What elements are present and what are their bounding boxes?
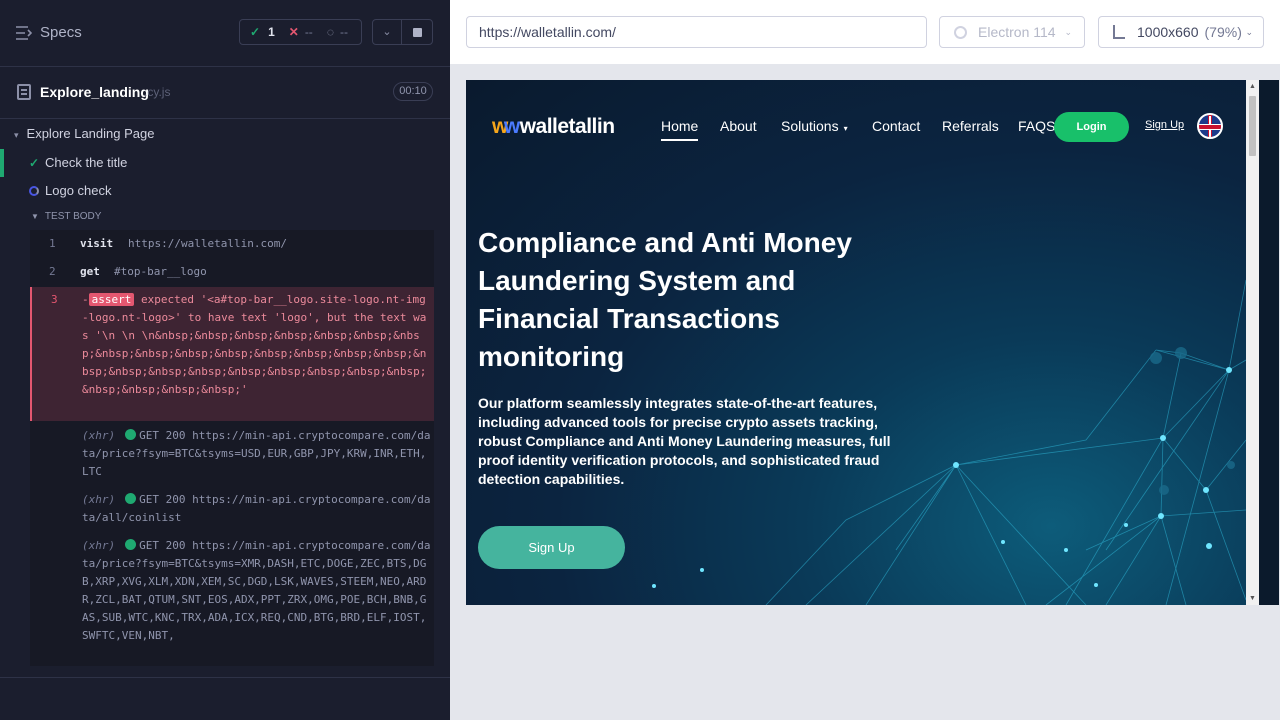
chevron-down-icon: ▾ [843, 124, 848, 133]
specs-menu-icon[interactable] [16, 26, 32, 40]
xhr-method: GET 200 [139, 493, 186, 506]
viewport-size: 1000x660 [1137, 24, 1199, 40]
scroll-down-icon[interactable]: ▼ [1249, 595, 1256, 602]
viewport-label: 1000x660 (79%) [1137, 17, 1242, 47]
app-under-test-panel: https://walletallin.com/ Electron 114 ⌄ … [450, 0, 1280, 720]
logo-text: walletallin [519, 115, 615, 138]
command-name: visit [80, 237, 114, 250]
command-name: get [80, 265, 100, 278]
status-dot-icon [125, 429, 137, 440]
command-log: 1 visit https://walletallin.com/ 2 get #… [30, 230, 434, 666]
command-row[interactable]: 1 visit https://walletallin.com/ [30, 230, 434, 258]
assert-text: expected '<a#top-bar__logo.site-logo.nt-… [82, 293, 427, 396]
command-row-failed[interactable]: 3 - assert expected '<a#top-bar__logo.sit… [30, 287, 434, 421]
divider [0, 118, 450, 119]
viewport-info[interactable]: 1000x660 (79%) ⌄ [1098, 16, 1264, 48]
scroll-up-icon[interactable]: ▲ [1249, 83, 1256, 90]
command-number: 1 [49, 237, 56, 250]
logo-mark-icon: w [503, 115, 520, 138]
test-title: Check the title [45, 155, 128, 170]
electron-icon [954, 26, 967, 39]
failed-icon: ✕ [288, 25, 299, 39]
xhr-tag: (xhr) [82, 429, 116, 442]
xhr-url: https://min-api.cryptocompare.com/data/p… [82, 539, 431, 642]
suite-title[interactable]: ▾ Explore Landing Page [14, 126, 154, 141]
login-button[interactable]: Login [1054, 112, 1129, 142]
scrollbar[interactable]: ▲ ▼ [1246, 80, 1259, 605]
command-number: 2 [49, 265, 56, 278]
xhr-row[interactable]: (xhr) GET 200 https://min-api.cryptocompa… [82, 491, 432, 527]
spec-file-ext: .cy.js [144, 85, 171, 99]
check-icon: ✓ [29, 156, 40, 170]
signup-link[interactable]: Sign Up [1145, 119, 1184, 131]
xhr-row[interactable]: (xhr) GET 200 https://min-api.cryptocompa… [82, 427, 432, 481]
signup-button[interactable]: Sign Up [478, 526, 625, 569]
suite-title-label: Explore Landing Page [26, 126, 155, 141]
specs-label[interactable]: Specs [40, 24, 82, 41]
status-dot-icon [125, 493, 137, 504]
pending-icon: ◌ [326, 25, 334, 39]
reporter-header: Specs ✓ 1 ✕ -- ◌ -- ⌄ [0, 0, 450, 66]
spec-file-row[interactable]: Explore_landing .cy.js [0, 72, 450, 112]
nav-contact[interactable]: Contact [872, 118, 920, 134]
command-message: https://walletallin.com/ [128, 237, 287, 250]
chevron-down-icon: ⌄ [1245, 27, 1253, 37]
nav-faqs[interactable]: FAQS [1018, 118, 1055, 134]
document-icon [17, 84, 31, 100]
divider [0, 677, 450, 678]
browser-selector[interactable]: Electron 114 ⌄ [939, 16, 1085, 48]
chevron-down-icon: ▼ [31, 212, 39, 221]
passed-icon: ✓ [250, 25, 261, 39]
passed-indicator [0, 149, 4, 177]
hero-subtitle: Our platform seamlessly integrates state… [478, 395, 891, 487]
command-message: #top-bar__logo [114, 265, 207, 278]
ruler-icon [1113, 25, 1125, 39]
xhr-tag: (xhr) [82, 493, 116, 506]
scrollbar-thumb[interactable] [1249, 96, 1256, 156]
xhr-method: GET 200 [139, 429, 186, 442]
chevron-down-icon: ⌄ [382, 26, 392, 38]
aut-iframe: wwwalletallin Home About Solutions ▾ Cont… [466, 80, 1279, 605]
zoom-level: (79%) [1204, 24, 1242, 40]
stop-icon [413, 28, 422, 37]
walletallin-logo[interactable]: wwwalletallin [492, 115, 615, 139]
nav-about[interactable]: About [720, 118, 757, 134]
test-title: Logo check [45, 183, 112, 198]
passed-count: 1 [268, 25, 275, 39]
assert-message: - assert expected '<a#top-bar__logo.site-… [82, 293, 427, 396]
pending-count: -- [339, 25, 348, 39]
status-dot-icon [125, 539, 137, 550]
spec-duration: 00:10 [393, 82, 433, 101]
assert-badge: assert [88, 293, 135, 306]
chevron-down-icon: ▾ [14, 130, 19, 140]
browser-label: Electron 114 [978, 24, 1056, 40]
divider [0, 66, 450, 67]
walletallin-page: wwwalletallin Home About Solutions ▾ Cont… [466, 80, 1246, 605]
nav-referrals[interactable]: Referrals [942, 118, 999, 134]
browser-toolbar: https://walletallin.com/ Electron 114 ⌄ … [450, 0, 1280, 64]
hero-title: Compliance and Anti Money Laundering Sys… [478, 227, 852, 372]
command-row[interactable]: 2 get #top-bar__logo [30, 258, 434, 286]
stop-button[interactable] [401, 19, 433, 45]
spinner-icon [29, 186, 39, 196]
xhr-method: GET 200 [139, 539, 186, 552]
spec-file-name[interactable]: Explore_landing [40, 84, 149, 100]
nav-home[interactable]: Home [661, 118, 699, 141]
test-body-label: TEST BODY [44, 211, 102, 222]
nav-solutions-label: Solutions [781, 118, 839, 134]
test-body-toggle[interactable]: ▼ TEST BODY [31, 211, 101, 222]
uk-flag-icon[interactable] [1197, 113, 1223, 139]
test-item-passed[interactable]: ✓ Check the title [0, 149, 450, 177]
xhr-tag: (xhr) [82, 539, 116, 552]
cypress-reporter: Specs ✓ 1 ✕ -- ◌ -- ⌄ Explore_landing .c… [0, 0, 450, 720]
nav-solutions[interactable]: Solutions ▾ [781, 118, 848, 134]
xhr-row[interactable]: (xhr) GET 200 https://min-api.cryptocompa… [82, 537, 432, 645]
command-number: 3 [51, 293, 58, 306]
chevron-down-icon: ⌄ [1064, 27, 1072, 37]
url-bar[interactable]: https://walletallin.com/ [466, 16, 927, 48]
collapse-all-button[interactable]: ⌄ [372, 19, 402, 45]
test-item-running[interactable]: Logo check [0, 177, 450, 205]
test-stats: ✓ 1 ✕ -- ◌ -- [239, 19, 362, 45]
failed-count: -- [304, 25, 313, 39]
